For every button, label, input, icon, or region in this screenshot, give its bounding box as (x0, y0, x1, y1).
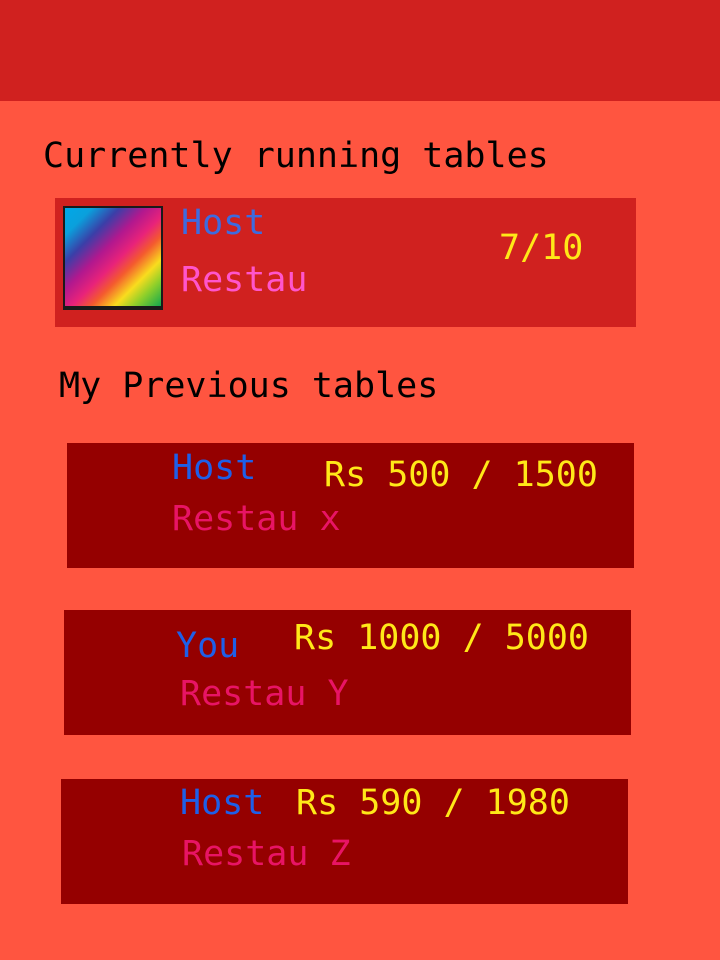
previous-table-amount: Rs 1000 / 5000 (294, 618, 590, 658)
previous-table-restaurant-name: Restau Z (182, 834, 351, 874)
current-tables-heading: Currently running tables (43, 136, 549, 176)
previous-table-restaurant-name: Restau x (172, 499, 341, 539)
previous-table-card[interactable]: Host Restau Z Rs 590 / 1980 (61, 779, 628, 904)
previous-table-card[interactable]: Host Restau x Rs 500 / 1500 (67, 443, 634, 568)
previous-tables-heading: My Previous tables (59, 366, 439, 406)
previous-table-amount: Rs 590 / 1980 (296, 783, 570, 823)
previous-table-role-label: Host (172, 448, 257, 488)
previous-table-role-label: You (176, 626, 240, 666)
previous-table-card[interactable]: You Restau Y Rs 1000 / 5000 (64, 610, 631, 735)
app-bar (0, 0, 720, 101)
previous-table-amount: Rs 500 / 1500 (324, 455, 598, 495)
current-table-host-label: Host (181, 203, 266, 243)
table-thumbnail-image (63, 206, 163, 310)
current-table-card[interactable]: Host Restau 7/10 (55, 198, 636, 327)
current-table-occupancy: 7/10 (499, 228, 584, 268)
current-table-restaurant-name: Restau (181, 260, 308, 300)
previous-table-restaurant-name: Restau Y (180, 674, 349, 714)
previous-table-role-label: Host (180, 783, 265, 823)
